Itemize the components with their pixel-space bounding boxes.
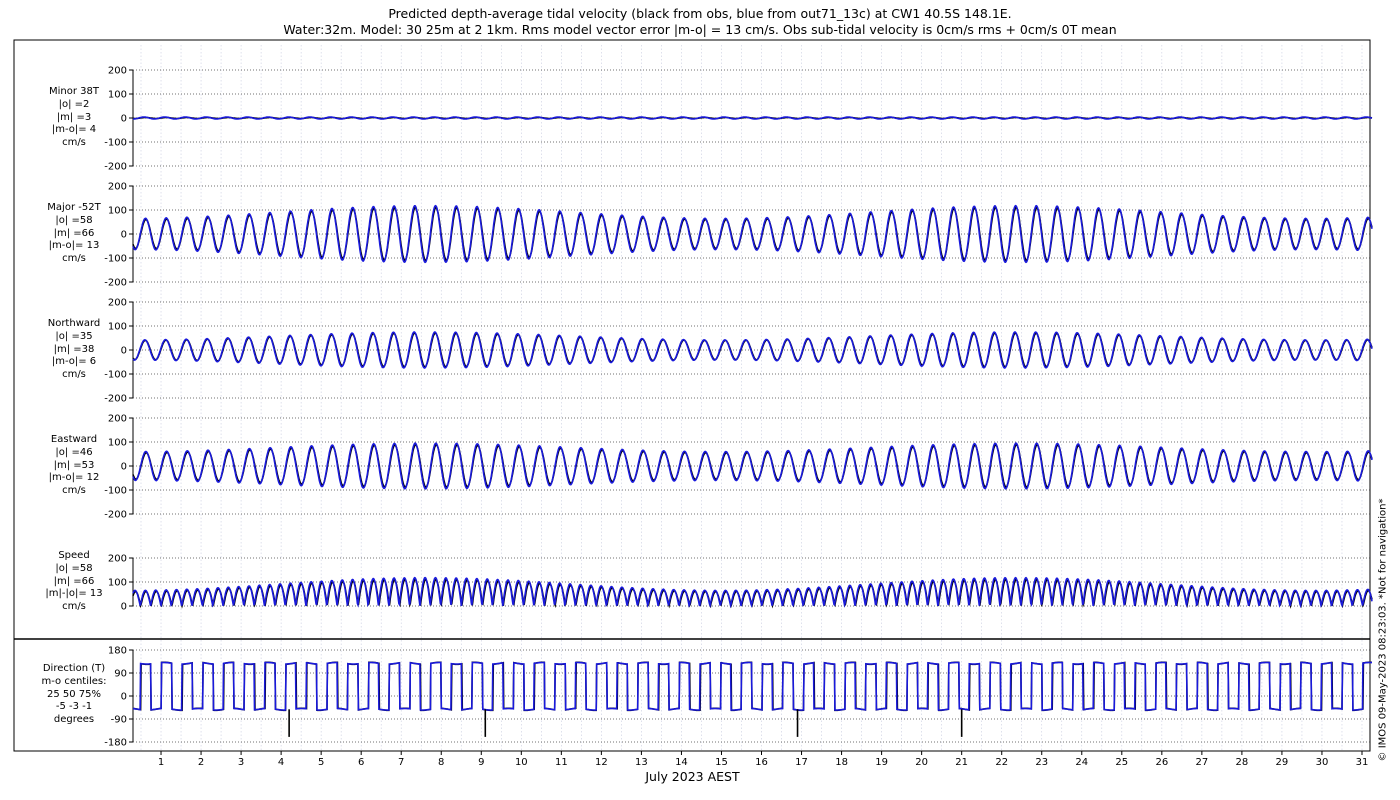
x-tick-label: 20 xyxy=(915,757,928,768)
model-series-line xyxy=(132,331,1373,369)
panel-label-northward: Northward |o| =35 |m| =38 |m-o|= 6 cm/s xyxy=(24,318,124,382)
panel-label-line: |o| =58 xyxy=(55,562,93,574)
panel-label-line: |m-o|= 6 xyxy=(51,356,97,368)
x-tick-label: 3 xyxy=(238,757,244,768)
panel-label-line: |m| =3 xyxy=(56,111,92,123)
x-tick-label: 28 xyxy=(1236,757,1249,768)
x-tick-label: 30 xyxy=(1316,757,1329,768)
panel-label-line: Direction (T) xyxy=(42,663,106,674)
model-series-line xyxy=(133,661,1372,712)
x-tick-label: 15 xyxy=(715,757,728,768)
x-tick-label: 11 xyxy=(555,757,568,768)
x-tick-label: 7 xyxy=(398,757,404,768)
y-tick-label: 200 xyxy=(108,414,127,425)
x-tick-label: 6 xyxy=(358,757,364,768)
x-tick-label: 19 xyxy=(875,757,888,768)
panel-label-line: degrees xyxy=(53,714,95,726)
panel-label-line: |m| =66 xyxy=(53,575,95,587)
panel-label-line: |o| =2 xyxy=(58,98,90,110)
panel-label-direction: Direction (T) m-o centiles: 25 50 75% -5 -3… xyxy=(24,663,124,727)
panel-label-line: |m-o|= 12 xyxy=(48,472,100,484)
panel-label-major: Major -52T |o| =58 |m| =66 |m-o|= 13 cm/s xyxy=(24,202,124,266)
x-tick-label: 26 xyxy=(1155,757,1168,768)
tidal-velocity-figure: -200-1000100200-200-1000100200-200-10001… xyxy=(13,39,1373,768)
x-tick-label: 5 xyxy=(318,757,324,768)
y-tick-label: 200 xyxy=(108,182,127,193)
figure-frame xyxy=(13,39,1371,752)
panel-label-line: Eastward xyxy=(50,434,98,445)
panel-label-minor: Minor 38T |o| =2 |m| =3 |m-o|= 4 cm/s xyxy=(24,86,124,150)
panel-label-line: |m-o|= 13 xyxy=(48,240,100,252)
panel-label-line: Northward xyxy=(47,318,101,329)
panel-label-line: m-o centiles: xyxy=(41,675,107,687)
x-tick-label: 24 xyxy=(1075,757,1088,768)
x-tick-label: 22 xyxy=(995,757,1008,768)
x-tick-label: 27 xyxy=(1195,757,1208,768)
panel-label-line: |m| =53 xyxy=(53,459,95,471)
x-tick-label: 12 xyxy=(595,757,608,768)
y-tick-label: -200 xyxy=(104,162,127,173)
y-tick-label: 180 xyxy=(108,646,127,657)
panel-label-line: 25 50 75% xyxy=(46,688,102,700)
x-axis-label: July 2023 AEST xyxy=(645,769,740,784)
panel-label-line: cm/s xyxy=(62,601,86,613)
x-tick-label: 29 xyxy=(1276,757,1289,768)
y-tick-label: 200 xyxy=(108,66,127,77)
panel-speed: 0100200 xyxy=(108,554,1373,613)
panel-label-eastward: Eastward |o| =46 |m| =53 |m-o|= 12 cm/s xyxy=(24,434,124,498)
x-tick-label: 25 xyxy=(1115,757,1128,768)
panel-label-line: Speed xyxy=(58,550,90,561)
x-tick-label: 18 xyxy=(835,757,848,768)
model-series-line xyxy=(132,442,1373,490)
x-tick-label: 8 xyxy=(438,757,444,768)
x-tick-label: 21 xyxy=(955,757,968,768)
x-tick-label: 16 xyxy=(755,757,768,768)
panel-label-speed: Speed |o| =58 |m| =66 |m|-|o|= 13 cm/s xyxy=(24,550,124,614)
x-tick-label: 10 xyxy=(515,757,528,768)
panel-label-line: Minor 38T xyxy=(49,86,99,97)
copyright-footer: © IMOS 09-May-2023 08:23:03. *Not for na… xyxy=(1374,480,1392,780)
y-tick-label: -200 xyxy=(104,510,127,521)
x-tick-label: 31 xyxy=(1356,757,1369,768)
x-tick-label: 9 xyxy=(478,757,484,768)
panel-label-line: -5 -3 -1 xyxy=(55,701,93,713)
y-tick-label: 200 xyxy=(108,298,127,309)
x-tick-label: 2 xyxy=(198,757,204,768)
panel-label-line: Major -52T xyxy=(47,202,101,213)
x-tick-label: 17 xyxy=(795,757,808,768)
x-tick-label: 4 xyxy=(278,757,284,768)
panel-label-line: |o| =35 xyxy=(55,330,93,342)
x-tick-label: 13 xyxy=(635,757,648,768)
panel-label-line: cm/s xyxy=(62,253,86,265)
panel-label-line: |o| =46 xyxy=(55,446,93,458)
panel-label-line: cm/s xyxy=(62,369,86,381)
panel-label-line: |o| =58 xyxy=(55,214,93,226)
panel-label-line: |m-o|= 4 xyxy=(51,124,97,136)
panel-label-line: cm/s xyxy=(62,137,86,149)
copyright-footer-text: © IMOS 09-May-2023 08:23:03. *Not for na… xyxy=(1377,498,1389,762)
x-tick-label: 1 xyxy=(158,757,164,768)
panel-label-line: |m|-|o|= 13 xyxy=(45,588,103,600)
panel-label-line: cm/s xyxy=(62,485,86,497)
x-tick-label: 14 xyxy=(675,757,688,768)
y-tick-label: -200 xyxy=(104,278,127,289)
y-tick-label: -180 xyxy=(104,738,127,749)
y-tick-label: -200 xyxy=(104,394,127,405)
panel-label-line: |m| =38 xyxy=(53,343,95,355)
panel-label-line: |m| =66 xyxy=(53,227,95,239)
x-tick-label: 23 xyxy=(1035,757,1048,768)
